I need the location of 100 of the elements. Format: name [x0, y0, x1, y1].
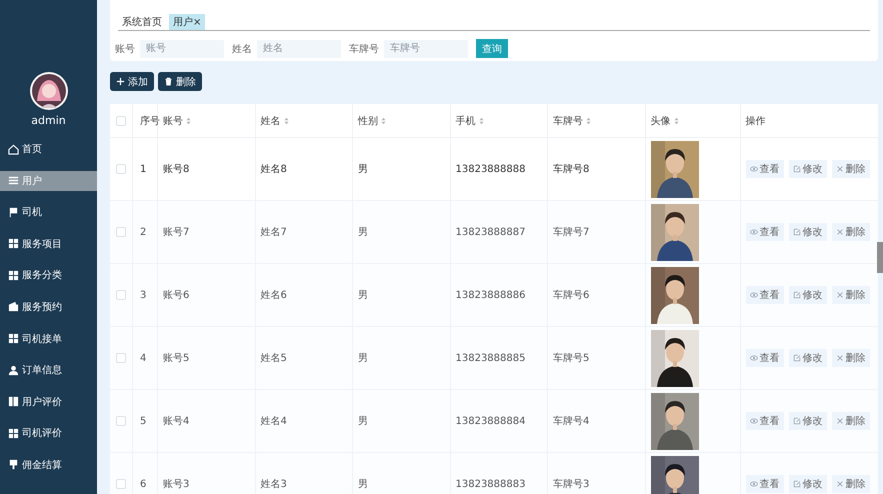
field-label: 账号 [115, 42, 135, 56]
checkbox[interactable] [116, 416, 126, 426]
delete-button[interactable]: 删除 [832, 475, 870, 493]
delete-button[interactable]: 删除 [832, 223, 870, 241]
edit-icon [792, 165, 800, 173]
sidebar-item[interactable]: 佣金结算 [0, 454, 97, 475]
table-cell-text: 账号6 [163, 288, 190, 302]
delete-button[interactable]: 删除 [832, 349, 870, 367]
edit-button[interactable]: 修改 [788, 160, 826, 178]
table-row[interactable]: 1 账号8 姓名8 男 13823888888 车牌号8 查看 修改 删除 [110, 138, 878, 201]
sidebar-item[interactable]: 服务项目 [0, 234, 97, 254]
table-cell: 13823888886 [456, 290, 526, 300]
view-button[interactable]: 查看 [746, 412, 784, 430]
search-field[interactable]: 账号 [140, 40, 224, 58]
tab[interactable]: 系统首页 [118, 14, 166, 30]
delete-button[interactable]: 删除 [832, 286, 870, 304]
edit-icon [792, 480, 800, 488]
table-row[interactable]: 4 账号5 姓名5 男 13823888885 车牌号5 查看 修改 删除 [110, 327, 878, 390]
edit-icon [792, 228, 800, 236]
table-cell: 4 [140, 352, 146, 364]
table-cell-text: 姓名4 [260, 415, 287, 428]
table-cell: 2 [140, 226, 146, 238]
eye-icon [750, 228, 758, 236]
column-header[interactable]: 头像 [650, 114, 678, 128]
edit-button[interactable]: 修改 [788, 475, 826, 493]
sort-icon[interactable] [586, 116, 591, 124]
checkbox[interactable] [116, 116, 126, 126]
checkbox[interactable] [116, 290, 126, 300]
table-cell-text: 姓名5 [260, 352, 287, 365]
edit-icon [792, 291, 800, 299]
view-button[interactable]: 查看 [746, 475, 784, 493]
sidebar-item[interactable]: 服务分类 [0, 265, 97, 286]
search-field[interactable]: 车牌号 [384, 40, 468, 58]
eye-icon [750, 291, 758, 299]
column-header[interactable]: 性别 [358, 114, 386, 128]
table-cell-text: 车牌号3 [553, 478, 590, 491]
table-cell: 13823888885 [456, 352, 526, 364]
table-row[interactable]: 6 账号3 姓名3 男 13823888883 车牌号3 查看 修改 删除 [110, 453, 878, 494]
sidebar-item[interactable]: 订单信息 [0, 360, 97, 380]
column-header[interactable]: 车牌号 [553, 114, 591, 128]
sidebar-item[interactable]: 司机接单 [0, 328, 97, 349]
sidebar-item[interactable]: 首页 [0, 139, 97, 159]
column-header[interactable]: 手机 [456, 114, 484, 128]
edit-button[interactable]: 修改 [788, 412, 826, 430]
close-icon [836, 228, 844, 236]
search-field[interactable]: 姓名 [257, 40, 341, 58]
avatar [28, 71, 68, 111]
tab[interactable]: 用户× [169, 14, 206, 30]
view-button[interactable]: 查看 [746, 349, 784, 367]
table-cell-text: 车牌号4 [553, 414, 590, 428]
table-cell-text: 账号4 [163, 414, 190, 428]
sidebar-item[interactable]: 司机评价 [0, 423, 97, 444]
sidebar-item[interactable]: 司机 [0, 202, 97, 222]
book-icon [8, 396, 19, 408]
table-cell-text: 车牌号7 [553, 226, 590, 239]
sort-icon[interactable] [186, 116, 191, 124]
eye-icon [750, 354, 758, 362]
delete-button[interactable]: 删除 [832, 412, 870, 430]
wallet-icon [8, 301, 19, 312]
sidebar-item[interactable]: 服务预约 [0, 296, 97, 317]
view-button[interactable]: 查看 [746, 223, 784, 241]
checkbox[interactable] [116, 164, 126, 174]
close-icon [836, 417, 844, 425]
add-button[interactable]: 添加 [110, 72, 154, 91]
column-header[interactable]: 账号 [163, 114, 191, 128]
edit-button[interactable]: 修改 [788, 223, 826, 241]
sort-icon[interactable] [381, 116, 386, 124]
table-row[interactable]: 2 账号7 姓名7 男 13823888887 车牌号7 查看 修改 删除 [110, 201, 878, 264]
delete-button[interactable]: 删除 [158, 72, 202, 91]
sort-icon[interactable] [284, 116, 288, 124]
edit-button[interactable]: 修改 [788, 286, 826, 304]
table-cell-text: 车牌号6 [553, 288, 590, 302]
column-header[interactable]: 操作 [746, 114, 766, 128]
flag-icon [8, 206, 19, 218]
table-cell-text: 男 [358, 352, 368, 365]
view-button[interactable]: 查看 [746, 160, 784, 178]
close-icon [836, 480, 844, 488]
column-header[interactable]: 序号 [140, 114, 160, 128]
delete-button[interactable]: 删除 [832, 160, 870, 178]
close-icon [836, 291, 844, 299]
checkbox[interactable] [116, 227, 126, 237]
grid-icon [8, 428, 19, 439]
sort-icon[interactable] [478, 116, 484, 124]
table-cell-text: 车牌号5 [553, 352, 590, 365]
field-label: 车牌号 [349, 42, 379, 56]
table-cell-text: 男 [358, 289, 368, 302]
sort-icon[interactable] [674, 116, 678, 124]
table-cell: 13823888888 [456, 164, 526, 174]
scrollbar[interactable] [877, 242, 883, 273]
eye-icon [750, 165, 758, 173]
table-row[interactable]: 5 账号4 姓名4 男 13823888884 车牌号4 查看 修改 删除 [110, 390, 878, 453]
table-row[interactable]: 3 账号6 姓名6 男 13823888886 车牌号6 查看 修改 删除 [110, 264, 878, 327]
checkbox[interactable] [116, 353, 126, 363]
view-button[interactable]: 查看 [746, 286, 784, 304]
sidebar-item[interactable]: 用户评价 [0, 392, 97, 412]
column-header[interactable]: 姓名 [260, 114, 288, 128]
checkbox[interactable] [116, 479, 126, 489]
edit-button[interactable]: 修改 [788, 349, 826, 367]
table-cell-text: 男 [358, 415, 368, 428]
table-cell: 3 [140, 290, 146, 300]
